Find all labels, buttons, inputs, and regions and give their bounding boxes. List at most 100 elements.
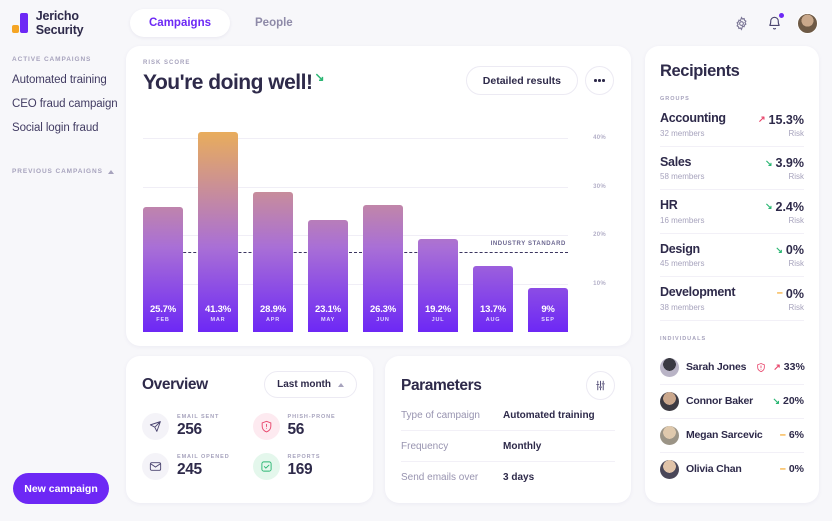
sliders-icon[interactable] xyxy=(586,371,615,400)
group-risk-percent: 3.9% xyxy=(775,156,805,170)
main-nav: Campaigns People xyxy=(130,9,312,37)
sidebar-item-social-login-fraud[interactable]: Social login fraud xyxy=(12,122,124,134)
bell-icon[interactable] xyxy=(764,13,784,33)
param-value: Automated training xyxy=(503,409,595,421)
risk-label: Risk xyxy=(788,302,804,312)
y-axis-tick-label: 40% xyxy=(593,135,606,142)
individual-risk-percent: 6% xyxy=(788,429,804,441)
trend-flat-icon: – xyxy=(776,287,783,299)
send-icon xyxy=(142,413,169,440)
individual-row[interactable]: Sarah Jones ↗ 33% xyxy=(660,351,805,385)
group-name: Sales xyxy=(660,154,692,169)
group-members: 58 members xyxy=(660,172,705,181)
jericho-logo-icon xyxy=(12,13,29,33)
detailed-results-button[interactable]: Detailed results xyxy=(465,66,578,95)
date-range-value: Last month xyxy=(277,379,331,390)
risk-label: Risk xyxy=(788,259,804,268)
individual-name: Sarah Jones xyxy=(686,361,747,373)
trend-up-icon: ↗ xyxy=(758,114,766,124)
group-row[interactable]: Accounting ↗ 15.3% 32 members Risk xyxy=(660,111,804,147)
date-range-select[interactable]: Last month xyxy=(264,371,357,398)
chart-bar[interactable]: 23.1% MAY xyxy=(308,220,348,332)
stat-email-sent: EMAIL SENT 256 xyxy=(142,413,247,440)
tab-campaigns[interactable]: Campaigns xyxy=(130,9,230,37)
param-key: Type of campaign xyxy=(401,409,480,421)
new-campaign-button[interactable]: New campaign xyxy=(13,473,109,504)
chart-bar-wrapper: 13.7% AUG xyxy=(473,109,513,332)
stat-label: EMAIL OPENED xyxy=(177,454,230,460)
param-frequency: Frequency Monthly xyxy=(401,431,615,462)
chevron-up-icon xyxy=(338,382,344,387)
y-axis-tick-label: 20% xyxy=(593,232,606,239)
overview-title: Overview xyxy=(142,375,208,393)
stat-label: REPORTS xyxy=(287,454,321,460)
trend-up-icon: ↗ xyxy=(773,361,781,372)
bar-value-label: 26.3% xyxy=(370,304,396,315)
individual-row[interactable]: Connor Baker ↘ 20% xyxy=(660,385,804,419)
sidebar-section-active: ACTIVE CAMPAIGNS xyxy=(12,56,92,63)
shield-alert-icon xyxy=(252,413,280,440)
chart-bar[interactable]: 13.7% AUG xyxy=(473,265,513,332)
chart-bar-wrapper: 26.3% JUN xyxy=(363,109,403,332)
more-options-button[interactable] xyxy=(585,66,614,95)
chart-actions: Detailed results xyxy=(465,60,614,95)
chart-bar-wrapper: 28.9% APR xyxy=(253,109,293,332)
avatar[interactable] xyxy=(797,12,818,34)
group-row[interactable]: Sales ↘ 3.9% 58 members Risk xyxy=(660,154,805,190)
risk-label: Risk xyxy=(788,215,804,225)
individual-name: Connor Baker xyxy=(686,395,754,407)
group-risk-value: –0% xyxy=(777,287,804,301)
individual-row[interactable]: Olivia Chan –0% xyxy=(660,453,804,486)
chart-bar[interactable]: 28.9% APR xyxy=(253,191,293,332)
bar-category-label: SEP xyxy=(541,317,555,323)
bar-category-label: MAR xyxy=(210,317,226,323)
individuals-list: Sarah Jones ↗ 33% Connor Baker ↘ 20% Megan Sar… xyxy=(660,351,805,486)
trend-down-icon: ↘ xyxy=(764,201,773,211)
sidebar-item-automated-training[interactable]: Automated training xyxy=(12,74,124,86)
check-square-icon xyxy=(252,453,280,480)
group-risk-percent: 2.4% xyxy=(775,199,805,214)
chart-title-text: You're doing well! xyxy=(143,71,313,94)
individual-row[interactable]: Megan Sarcevic –6% xyxy=(660,419,804,453)
risk-score-card: RISK SCORE You're doing well! ↘ Detailed… xyxy=(126,46,631,346)
trend-down-icon: ↘ xyxy=(764,157,773,168)
sidebar-section-previous[interactable]: PREVIOUS CAMPAIGNS xyxy=(12,168,124,175)
group-risk-percent: 0% xyxy=(785,243,804,257)
bar-value-label: 13.7% xyxy=(480,304,506,315)
chart-bar[interactable]: 26.3% JUN xyxy=(363,204,403,332)
stat-value: 245 xyxy=(177,461,202,478)
chart-bar[interactable]: 19.2% JUL xyxy=(418,238,458,332)
avatar xyxy=(660,459,679,479)
chart-bar[interactable]: 25.7% FEB xyxy=(143,207,183,332)
bar-category-label: JUN xyxy=(376,317,390,323)
sidebar-item-ceo-fraud-campaign[interactable]: CEO fraud campaign xyxy=(12,98,124,110)
bar-category-label: AUG xyxy=(485,317,501,323)
param-key: Frequency xyxy=(401,440,449,452)
chart-bar[interactable]: 41.3% MAR xyxy=(198,131,238,332)
group-risk-value: ↘ 0% xyxy=(775,243,804,257)
warning-shield-icon xyxy=(756,362,766,373)
tab-people[interactable]: People xyxy=(236,9,312,37)
group-risk-percent: 15.3% xyxy=(768,112,804,127)
brand-logo[interactable]: Jericho Security xyxy=(0,9,128,37)
page-title: You're doing well! ↘ xyxy=(143,70,324,95)
group-row[interactable]: Development –0% 38 members Risk xyxy=(660,285,804,321)
param-key: Send emails over xyxy=(401,472,479,483)
trend-down-icon: ↘ xyxy=(775,244,783,255)
chart-bar[interactable]: 9% SEP xyxy=(528,288,568,332)
group-name: Design xyxy=(660,241,700,256)
group-row[interactable]: HR ↘ 2.4% 16 members Risk xyxy=(660,198,804,234)
group-members: 38 members xyxy=(660,302,705,312)
parameters-header: Parameters xyxy=(401,371,615,400)
group-name: Development xyxy=(660,285,736,299)
chevron-up-icon xyxy=(107,169,114,174)
y-axis-tick-label: 30% xyxy=(593,183,606,190)
individual-risk-percent: 0% xyxy=(788,463,804,475)
group-row[interactable]: Design ↘ 0% 45 members Risk xyxy=(660,241,804,277)
trend-flat-icon: – xyxy=(779,462,786,475)
bar-value-label: 25.7% xyxy=(150,304,176,315)
gear-icon[interactable] xyxy=(731,13,751,33)
group-name: HR xyxy=(660,198,678,212)
group-name: Accounting xyxy=(660,111,726,125)
overview-card: Overview Last month EMAIL SENT 256 PHISH… xyxy=(126,356,373,503)
